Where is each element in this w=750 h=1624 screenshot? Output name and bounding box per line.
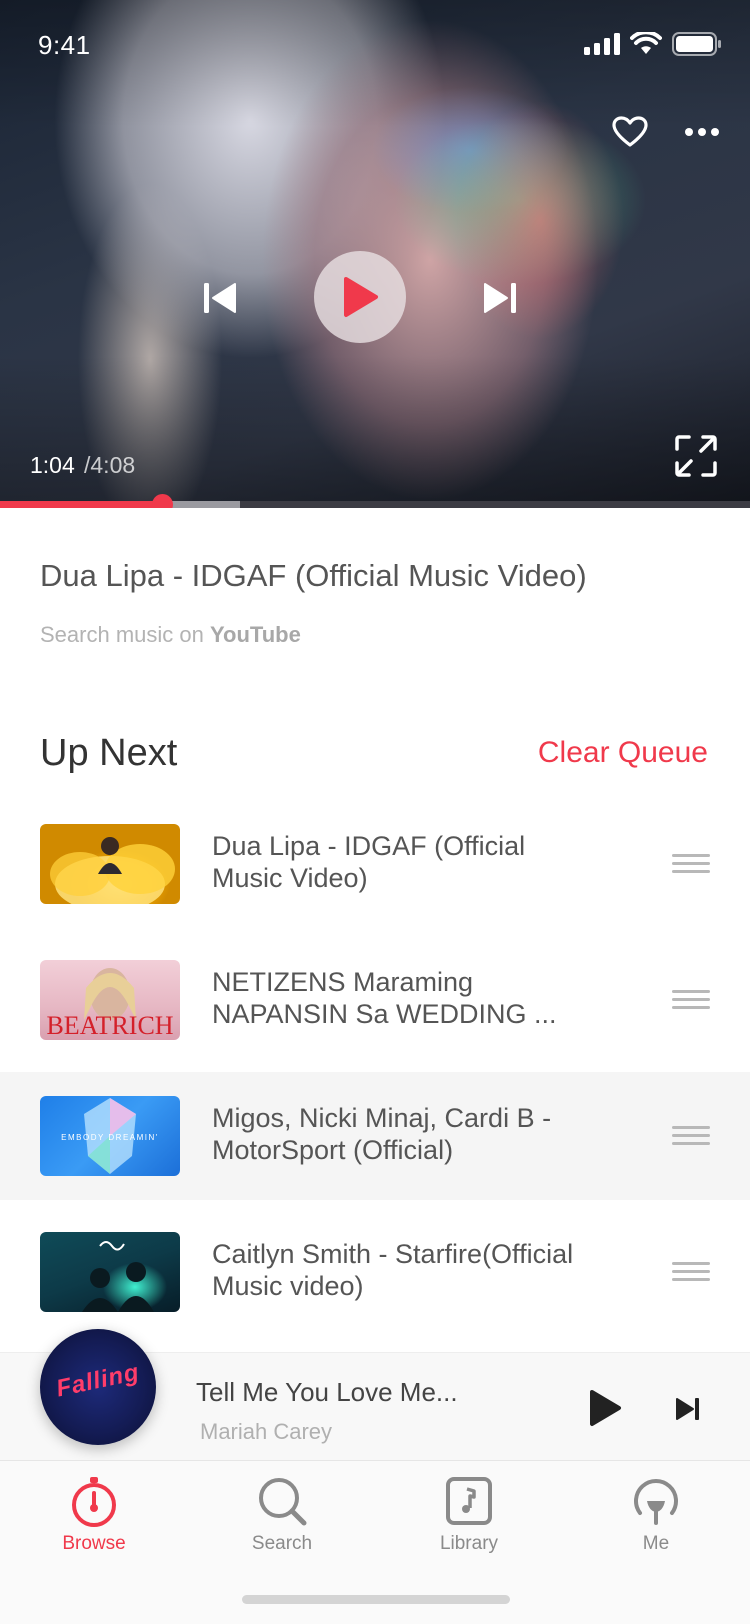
stopwatch-icon [72,1477,116,1527]
tab-label: Library [439,1533,499,1554]
queue-item[interactable]: EMBODY DREAMIN' Migos, Nicki Minaj, Card… [0,1072,750,1200]
mini-next-button[interactable] [672,1393,704,1425]
search-on-source[interactable]: Search music on YouTube [40,622,301,648]
mini-play-button[interactable] [584,1387,626,1429]
next-track-button[interactable] [476,274,524,322]
skip-forward-icon [484,283,516,313]
queue-item-title: NETIZENS Maraming NAPANSIN Sa WEDDING ..… [212,967,557,1029]
video-player[interactable]: 9:41 1:04 /4:08 [0,0,750,508]
drag-handle-icon[interactable] [672,854,710,876]
mini-title: Tell Me You Love Me... [196,1377,458,1407]
current-time: 1:04 [30,452,75,478]
tab-bar: Browse Search Library Me [0,1460,750,1624]
tab-label: Browse [62,1533,126,1554]
tab-label: Me [642,1533,670,1554]
queue-thumbnail [40,1232,180,1312]
mini-player[interactable]: Falling Tell Me You Love Me... Mariah Ca… [0,1329,750,1460]
search-prefix: Search music on [40,622,210,647]
clear-queue-button[interactable]: Clear Queue [538,736,708,770]
skip-forward-icon [676,1398,699,1420]
total-time: /4:08 [84,452,136,478]
expand-icon [675,435,717,477]
previous-track-button[interactable] [196,274,244,322]
progress-knob[interactable] [152,494,173,508]
play-button[interactable] [314,251,406,343]
queue-item-title: Caitlyn Smith - Starfire(Official Music … [212,1239,574,1301]
music-note-icon [446,1477,492,1525]
tab-browse[interactable]: Browse [34,1471,154,1561]
queue-thumbnail: EMBODY DREAMIN' [40,1096,180,1176]
progress-played [0,501,162,508]
status-icons [584,32,722,56]
up-next-heading: Up Next [40,732,178,774]
tab-me[interactable]: Me [596,1471,716,1561]
fullscreen-button[interactable] [670,430,722,482]
queue-thumbnail [40,824,180,904]
queue-item[interactable]: Dua Lipa - IDGAF (Official Music Video) [0,800,750,928]
progress-bar[interactable] [0,494,750,508]
drag-handle-icon[interactable] [672,990,710,1012]
cellular-signal-icon [584,33,620,55]
more-options-icon[interactable] [680,112,724,152]
heart-icon[interactable] [606,110,654,154]
wifi-icon [630,32,662,54]
status-time: 9:41 [38,30,91,60]
thumb-text: BEATRICH [46,1011,173,1040]
queue-item-title: Dua Lipa - IDGAF (Official Music Video) [212,831,526,893]
mini-art-text: Falling [53,1358,142,1403]
song-title: Dua Lipa - IDGAF (Official Music Video) [40,558,587,593]
play-icon [590,1390,621,1426]
tab-library[interactable]: Library [409,1471,529,1561]
play-icon [344,277,378,317]
drag-handle-icon[interactable] [672,1126,710,1148]
search-icon [259,1478,307,1526]
profile-icon [634,1479,678,1525]
tab-label: Search [251,1533,313,1554]
mini-album-art: Falling [40,1329,156,1445]
queue-item-title: Migos, Nicki Minaj, Cardi B - MotorSport… [212,1103,552,1165]
search-source: YouTube [209,622,301,647]
tab-search[interactable]: Search [222,1471,342,1561]
queue-item[interactable]: BEATRICH NETIZENS Maraming NAPANSIN Sa W… [0,936,750,1064]
battery-icon [672,32,721,56]
drag-handle-icon[interactable] [672,1262,710,1284]
queue-thumbnail: BEATRICH [40,960,180,1040]
mini-artist: Mariah Carey [200,1419,333,1444]
skip-back-icon [204,283,236,313]
queue-item[interactable]: Caitlyn Smith - Starfire(Official Music … [0,1208,750,1336]
home-indicator [242,1595,510,1604]
thumb-text: EMBODY DREAMIN' [61,1133,159,1142]
